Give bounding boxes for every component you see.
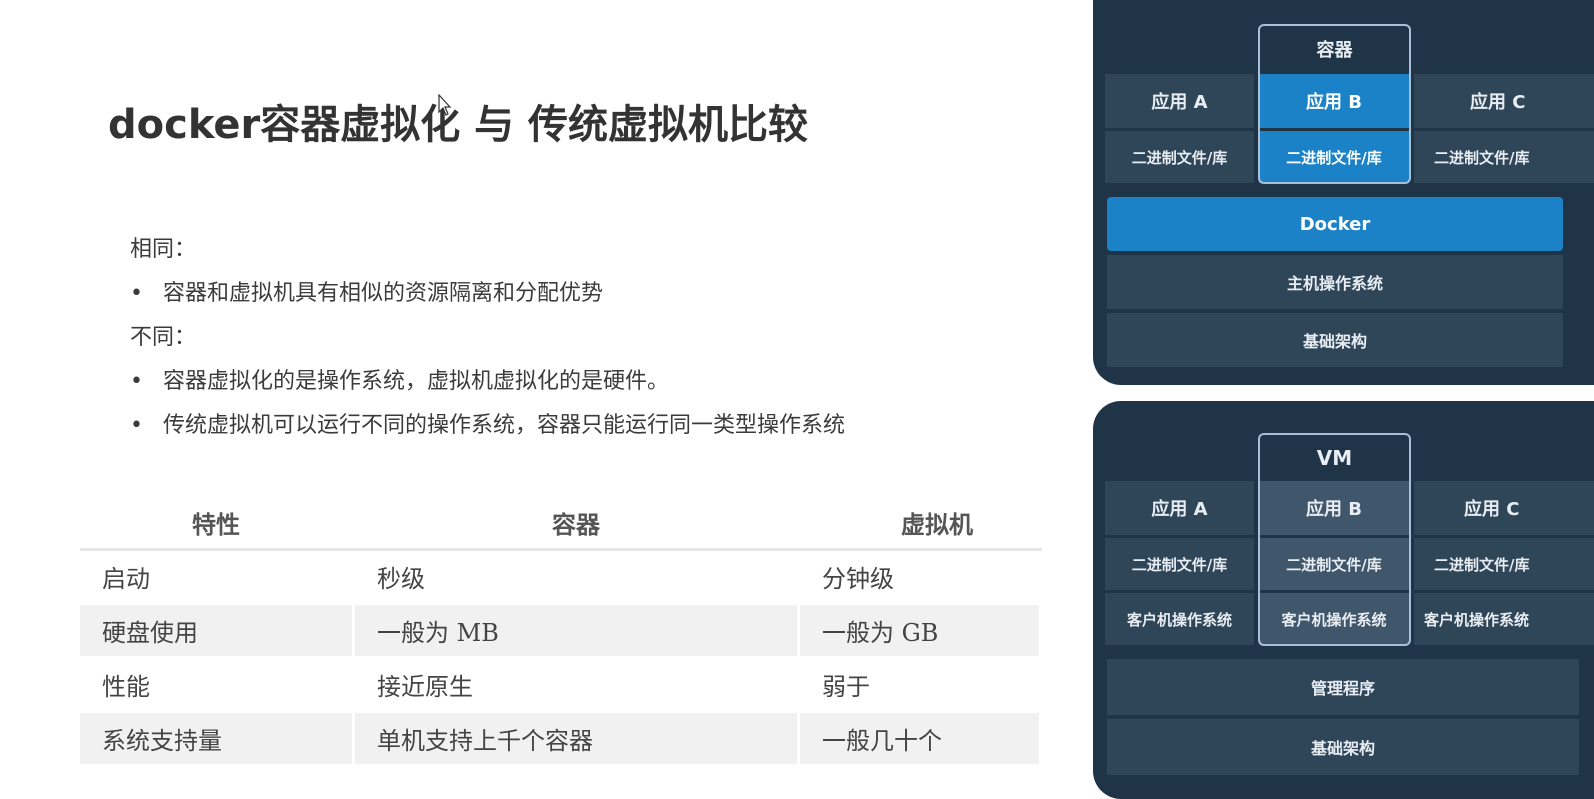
diff-item-text: 传统虚拟机可以运行不同的操作系统，容器只能运行同一类型操作系统 (163, 413, 846, 438)
vm-bin-a: 二进制文件/库 (1105, 538, 1254, 590)
table-cell: 一般几十个 (798, 711, 1042, 767)
bullet-icon: • (130, 281, 143, 306)
vm-app-c: 应用 C (1414, 481, 1594, 535)
docker-bin-a: 二进制文件/库 (1105, 131, 1254, 183)
column-header: 虚拟机 (798, 497, 1042, 551)
diff-heading: 不同： (130, 325, 197, 350)
docker-layer: Docker (1107, 197, 1563, 251)
table-row: 硬盘使用 一般为 MB 一般为 GB (80, 603, 1042, 659)
table-cell: 性能 (80, 657, 355, 713)
vm-frame-label: VM (1316, 446, 1353, 470)
docker-bin-c: 二进制文件/库 (1414, 131, 1594, 183)
docker-app-c: 应用 C (1414, 74, 1594, 128)
comparison-table: 特性 容器 虚拟机 启动 秒级 分钟级 硬盘使用 一般为 MB 一般为 GB 性… (80, 497, 1042, 767)
diff-item: • 传统虚拟机可以运行不同的操作系统，容器只能运行同一类型操作系统 (130, 408, 845, 452)
table-cell: 硬盘使用 (80, 603, 355, 659)
table-row: 启动 秒级 分钟级 (80, 549, 1042, 605)
page-title: docker容器虚拟化 与 传统虚拟机比较 (108, 102, 809, 148)
host-os-layer: 主机操作系统 (1107, 255, 1563, 309)
table-cell: 分钟级 (798, 549, 1042, 605)
infrastructure-layer: 基础架构 (1107, 313, 1563, 367)
table-cell: 弱于 (798, 657, 1042, 713)
vm-app-a: 应用 A (1105, 481, 1254, 535)
same-item-text: 容器和虚拟机具有相似的资源隔离和分配优势 (163, 281, 604, 306)
table-cell: 系统支持量 (80, 711, 355, 767)
table-cell: 启动 (80, 549, 355, 605)
table-cell: 一般为 MB (353, 603, 800, 659)
table-cell: 一般为 GB (798, 603, 1042, 659)
docker-app-a: 应用 A (1105, 74, 1254, 128)
diff-item-text: 容器虚拟化的是操作系统，虚拟机虚拟化的是硬件。 (163, 369, 670, 394)
same-item: • 容器和虚拟机具有相似的资源隔离和分配优势 (130, 276, 845, 320)
column-header: 特性 (80, 497, 355, 551)
same-heading: 相同： (130, 237, 197, 262)
vm-guest-os-a: 客户机操作系统 (1105, 593, 1254, 645)
bullet-icon: • (130, 413, 143, 438)
vm-architecture-diagram: 应用 A 应用 B 应用 C 二进制文件/库 二进制文件/库 二进制文件/库 客… (1093, 401, 1594, 799)
table-row: 性能 接近原生 弱于 (80, 657, 1042, 713)
comparison-notes: 相同： • 容器和虚拟机具有相似的资源隔离和分配优势 不同： • 容器虚拟化的是… (130, 232, 845, 452)
vm-infrastructure-layer: 基础架构 (1107, 719, 1579, 775)
diff-item: • 容器虚拟化的是操作系统，虚拟机虚拟化的是硬件。 (130, 364, 845, 408)
table-cell: 接近原生 (353, 657, 800, 713)
vm-guest-os-c: 客户机操作系统 (1414, 593, 1594, 645)
bullet-icon: • (130, 369, 143, 394)
table-cell: 单机支持上千个容器 (353, 711, 800, 767)
table-row: 系统支持量 单机支持上千个容器 一般几十个 (80, 711, 1042, 767)
mouse-cursor-icon (438, 94, 452, 116)
table-cell: 秒级 (353, 549, 800, 605)
hypervisor-layer: 管理程序 (1107, 659, 1579, 715)
docker-architecture-diagram: 应用 A 应用 B 应用 C 二进制文件/库 二进制文件/库 二进制文件/库 容… (1093, 0, 1594, 385)
container-frame-label: 容器 (1316, 40, 1353, 61)
vm-bin-c: 二进制文件/库 (1414, 538, 1594, 590)
table-header-row: 特性 容器 虚拟机 (80, 497, 1042, 551)
column-header: 容器 (353, 497, 800, 551)
